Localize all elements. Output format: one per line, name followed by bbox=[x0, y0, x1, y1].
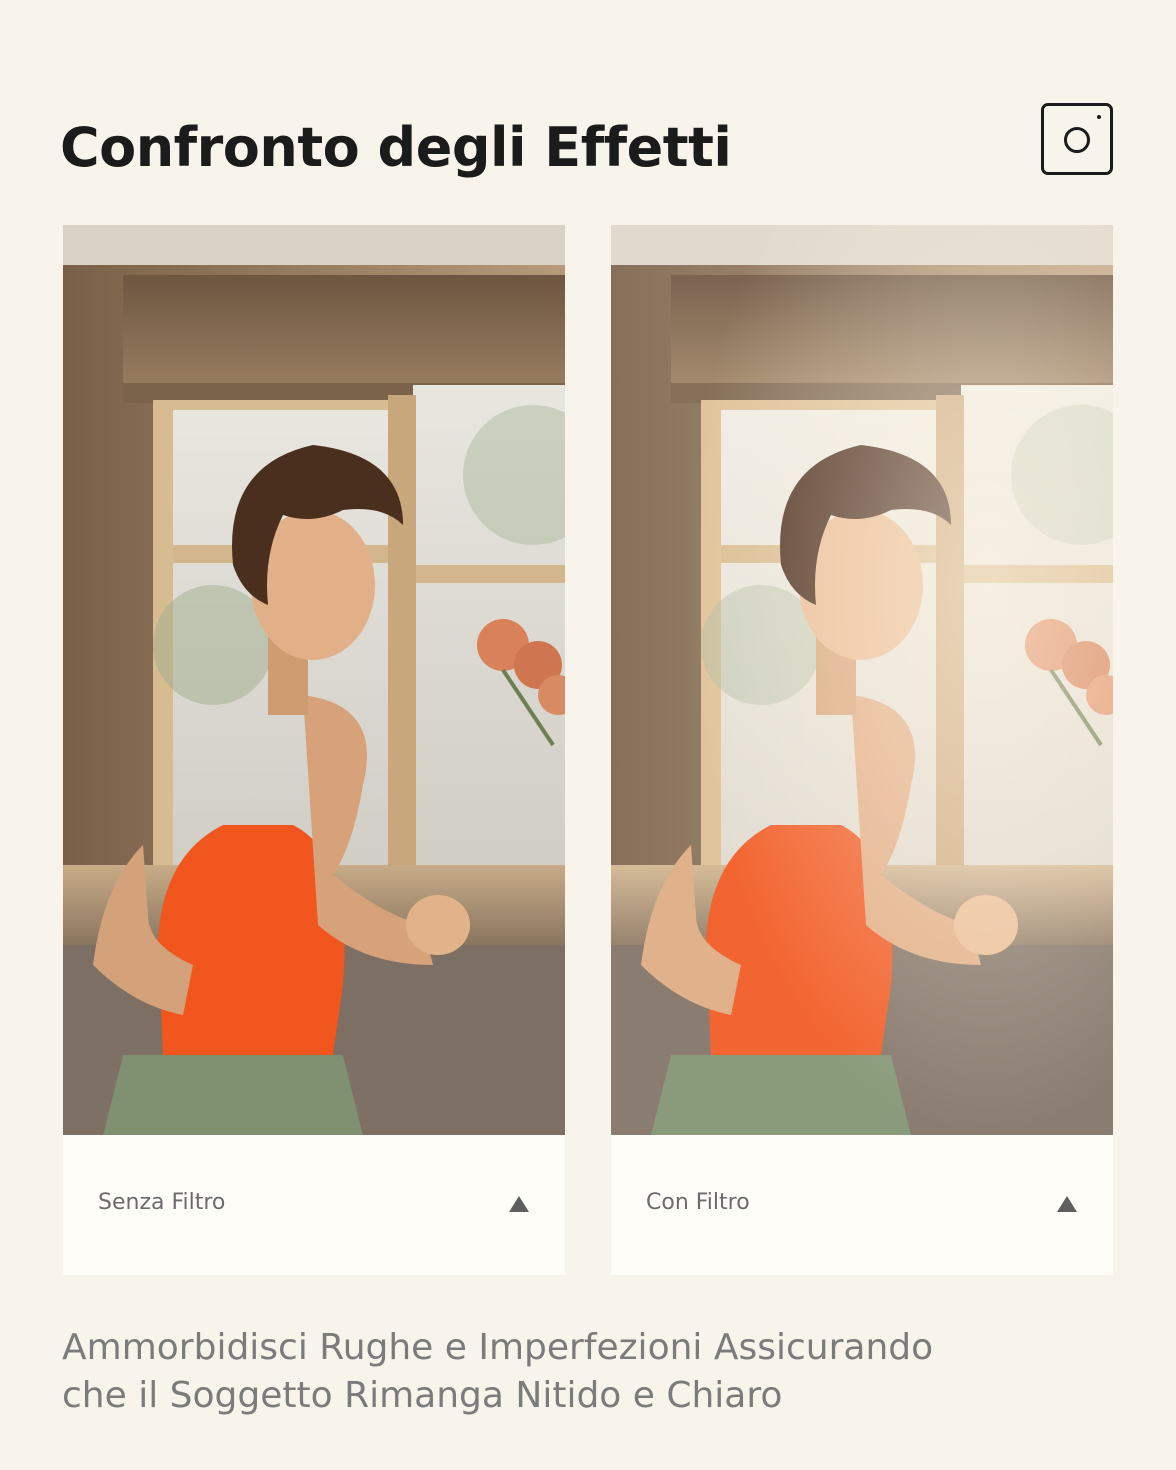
description-line-1: Ammorbidisci Rughe e Imperfezioni Assicu… bbox=[62, 1327, 934, 1368]
description-line-2: che il Soggetto Rimanga Nitido e Chiaro bbox=[62, 1375, 783, 1416]
comparison-card-with-filter: Con Filtro bbox=[611, 225, 1113, 1275]
woman-by-window-image bbox=[63, 225, 565, 1135]
page-title: Confronto degli Effetti bbox=[60, 116, 732, 179]
comparison-card-without-filter: Senza Filtro bbox=[63, 225, 565, 1275]
woman-by-window-filtered-image bbox=[611, 225, 1113, 1135]
triangle-up-icon[interactable] bbox=[509, 1196, 529, 1212]
description-text: Ammorbidisci Rughe e Imperfezioni Assicu… bbox=[62, 1324, 1122, 1420]
caption-bar-with-filter: Con Filtro bbox=[611, 1135, 1113, 1275]
caption-label-with-filter: Con Filtro bbox=[646, 1190, 750, 1215]
camera-lens bbox=[1064, 127, 1090, 153]
camera-flash-dot bbox=[1097, 115, 1101, 119]
photo-with-filter bbox=[611, 225, 1113, 1135]
caption-label-without-filter: Senza Filtro bbox=[98, 1190, 226, 1215]
caption-bar-without-filter: Senza Filtro bbox=[63, 1135, 565, 1275]
photo-without-filter bbox=[63, 225, 565, 1135]
triangle-up-icon[interactable] bbox=[1057, 1196, 1077, 1212]
instagram-camera-icon[interactable] bbox=[1041, 103, 1113, 175]
